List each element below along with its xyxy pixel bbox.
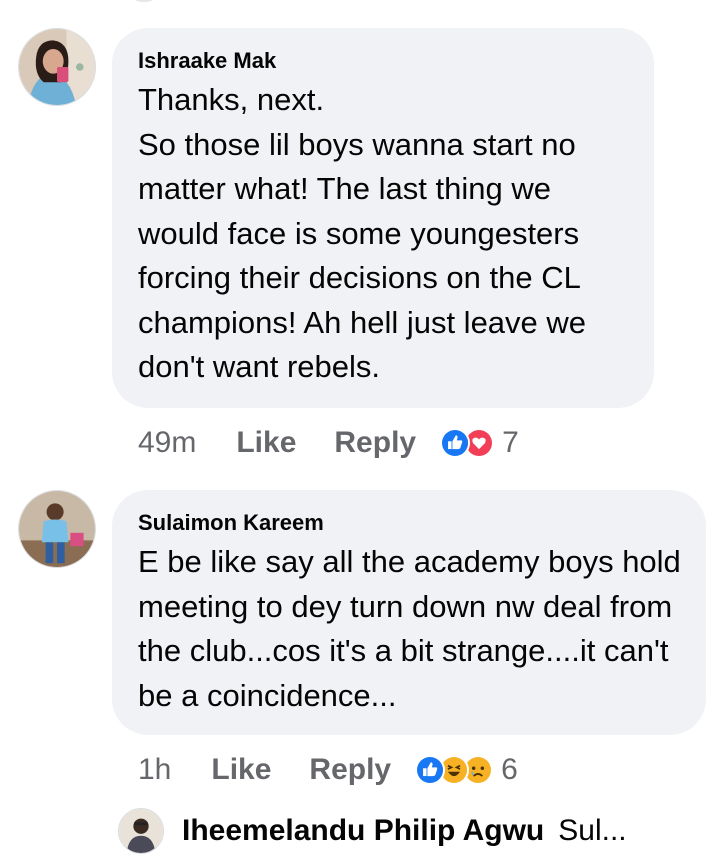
reply-author[interactable]: Iheemelandu Philip Agwu bbox=[182, 814, 544, 848]
comment-timestamp[interactable]: 1h bbox=[138, 753, 171, 787]
like-icon bbox=[440, 428, 471, 458]
reaction-summary[interactable]: 7 bbox=[440, 426, 519, 460]
avatar[interactable] bbox=[18, 28, 96, 106]
reply-snippet[interactable]: Sul... bbox=[558, 814, 626, 848]
like-button[interactable]: Like bbox=[236, 426, 296, 460]
previous-comment-remnant bbox=[130, 0, 158, 2]
reaction-count[interactable]: 7 bbox=[502, 426, 519, 460]
avatar[interactable] bbox=[18, 490, 96, 568]
comment-actions: 49m Like Reply 7 bbox=[138, 423, 519, 463]
reply-button[interactable]: Reply bbox=[334, 426, 416, 460]
avatar[interactable] bbox=[118, 808, 164, 854]
reply-button[interactable]: Reply bbox=[309, 753, 391, 787]
comment-timestamp[interactable]: 49m bbox=[138, 426, 196, 460]
reaction-summary[interactable]: 6 bbox=[415, 753, 518, 787]
comment-actions: 1h Like Reply 6 bbox=[138, 750, 518, 790]
comment-text: Thanks, next. So those lil boys wanna st… bbox=[138, 82, 587, 384]
comment-author[interactable]: Ishraake Mak bbox=[138, 48, 276, 74]
like-icon bbox=[415, 755, 446, 785]
reaction-count[interactable]: 6 bbox=[501, 753, 518, 787]
comment-text: E be like say all the academy boys hold … bbox=[138, 544, 681, 713]
reply-preview[interactable]: Iheemelandu Philip Agwu Sul... bbox=[118, 808, 627, 854]
like-button[interactable]: Like bbox=[211, 753, 271, 787]
comment-author[interactable]: Sulaimon Kareem bbox=[138, 510, 324, 536]
